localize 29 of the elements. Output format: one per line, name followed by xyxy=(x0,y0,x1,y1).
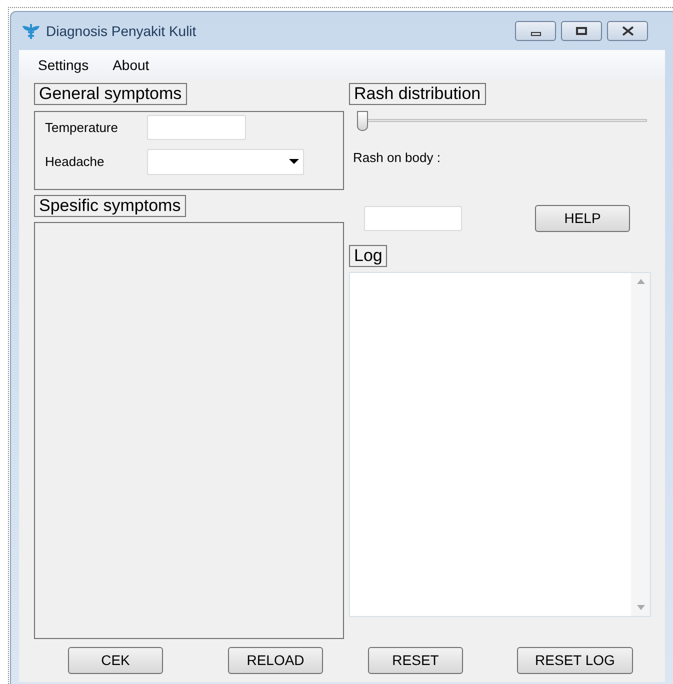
maximize-button[interactable] xyxy=(561,21,602,41)
push-button[interactable]: HELP xyxy=(535,204,630,232)
group-title: Rash distribution xyxy=(349,83,486,105)
input-field[interactable] xyxy=(364,206,462,230)
push-button[interactable]: RELOAD xyxy=(228,647,323,674)
slider-thumb[interactable] xyxy=(357,111,368,131)
menu-item[interactable]: Settings xyxy=(38,54,89,76)
scroll-down-icon[interactable] xyxy=(636,604,644,610)
push-button[interactable]: RESET LOG xyxy=(517,647,633,674)
scroll-up-icon[interactable] xyxy=(636,278,644,284)
field-label: Headache xyxy=(45,153,106,172)
window-title: Diagnosis Penyakit Kulit xyxy=(46,22,196,41)
close-icon xyxy=(622,26,634,36)
close-button[interactable] xyxy=(607,21,648,41)
scrollbar[interactable] xyxy=(631,272,650,616)
group-title: General symptoms xyxy=(34,83,187,105)
menu-item[interactable]: About xyxy=(112,54,150,76)
caduceus-icon xyxy=(22,22,40,40)
field-label: Temperature xyxy=(45,118,119,137)
input-field[interactable] xyxy=(147,115,246,140)
caret-icon xyxy=(289,159,299,165)
group-title: Spesific symptoms xyxy=(34,195,186,217)
group-title: Log xyxy=(349,244,388,266)
push-button[interactable]: RESET xyxy=(368,647,463,674)
minimize-button[interactable] xyxy=(515,21,556,41)
slider[interactable] xyxy=(357,111,647,131)
push-button[interactable]: CEK xyxy=(68,647,163,674)
dropdown[interactable] xyxy=(147,149,304,175)
rash-label: Rash on body : xyxy=(353,149,442,167)
